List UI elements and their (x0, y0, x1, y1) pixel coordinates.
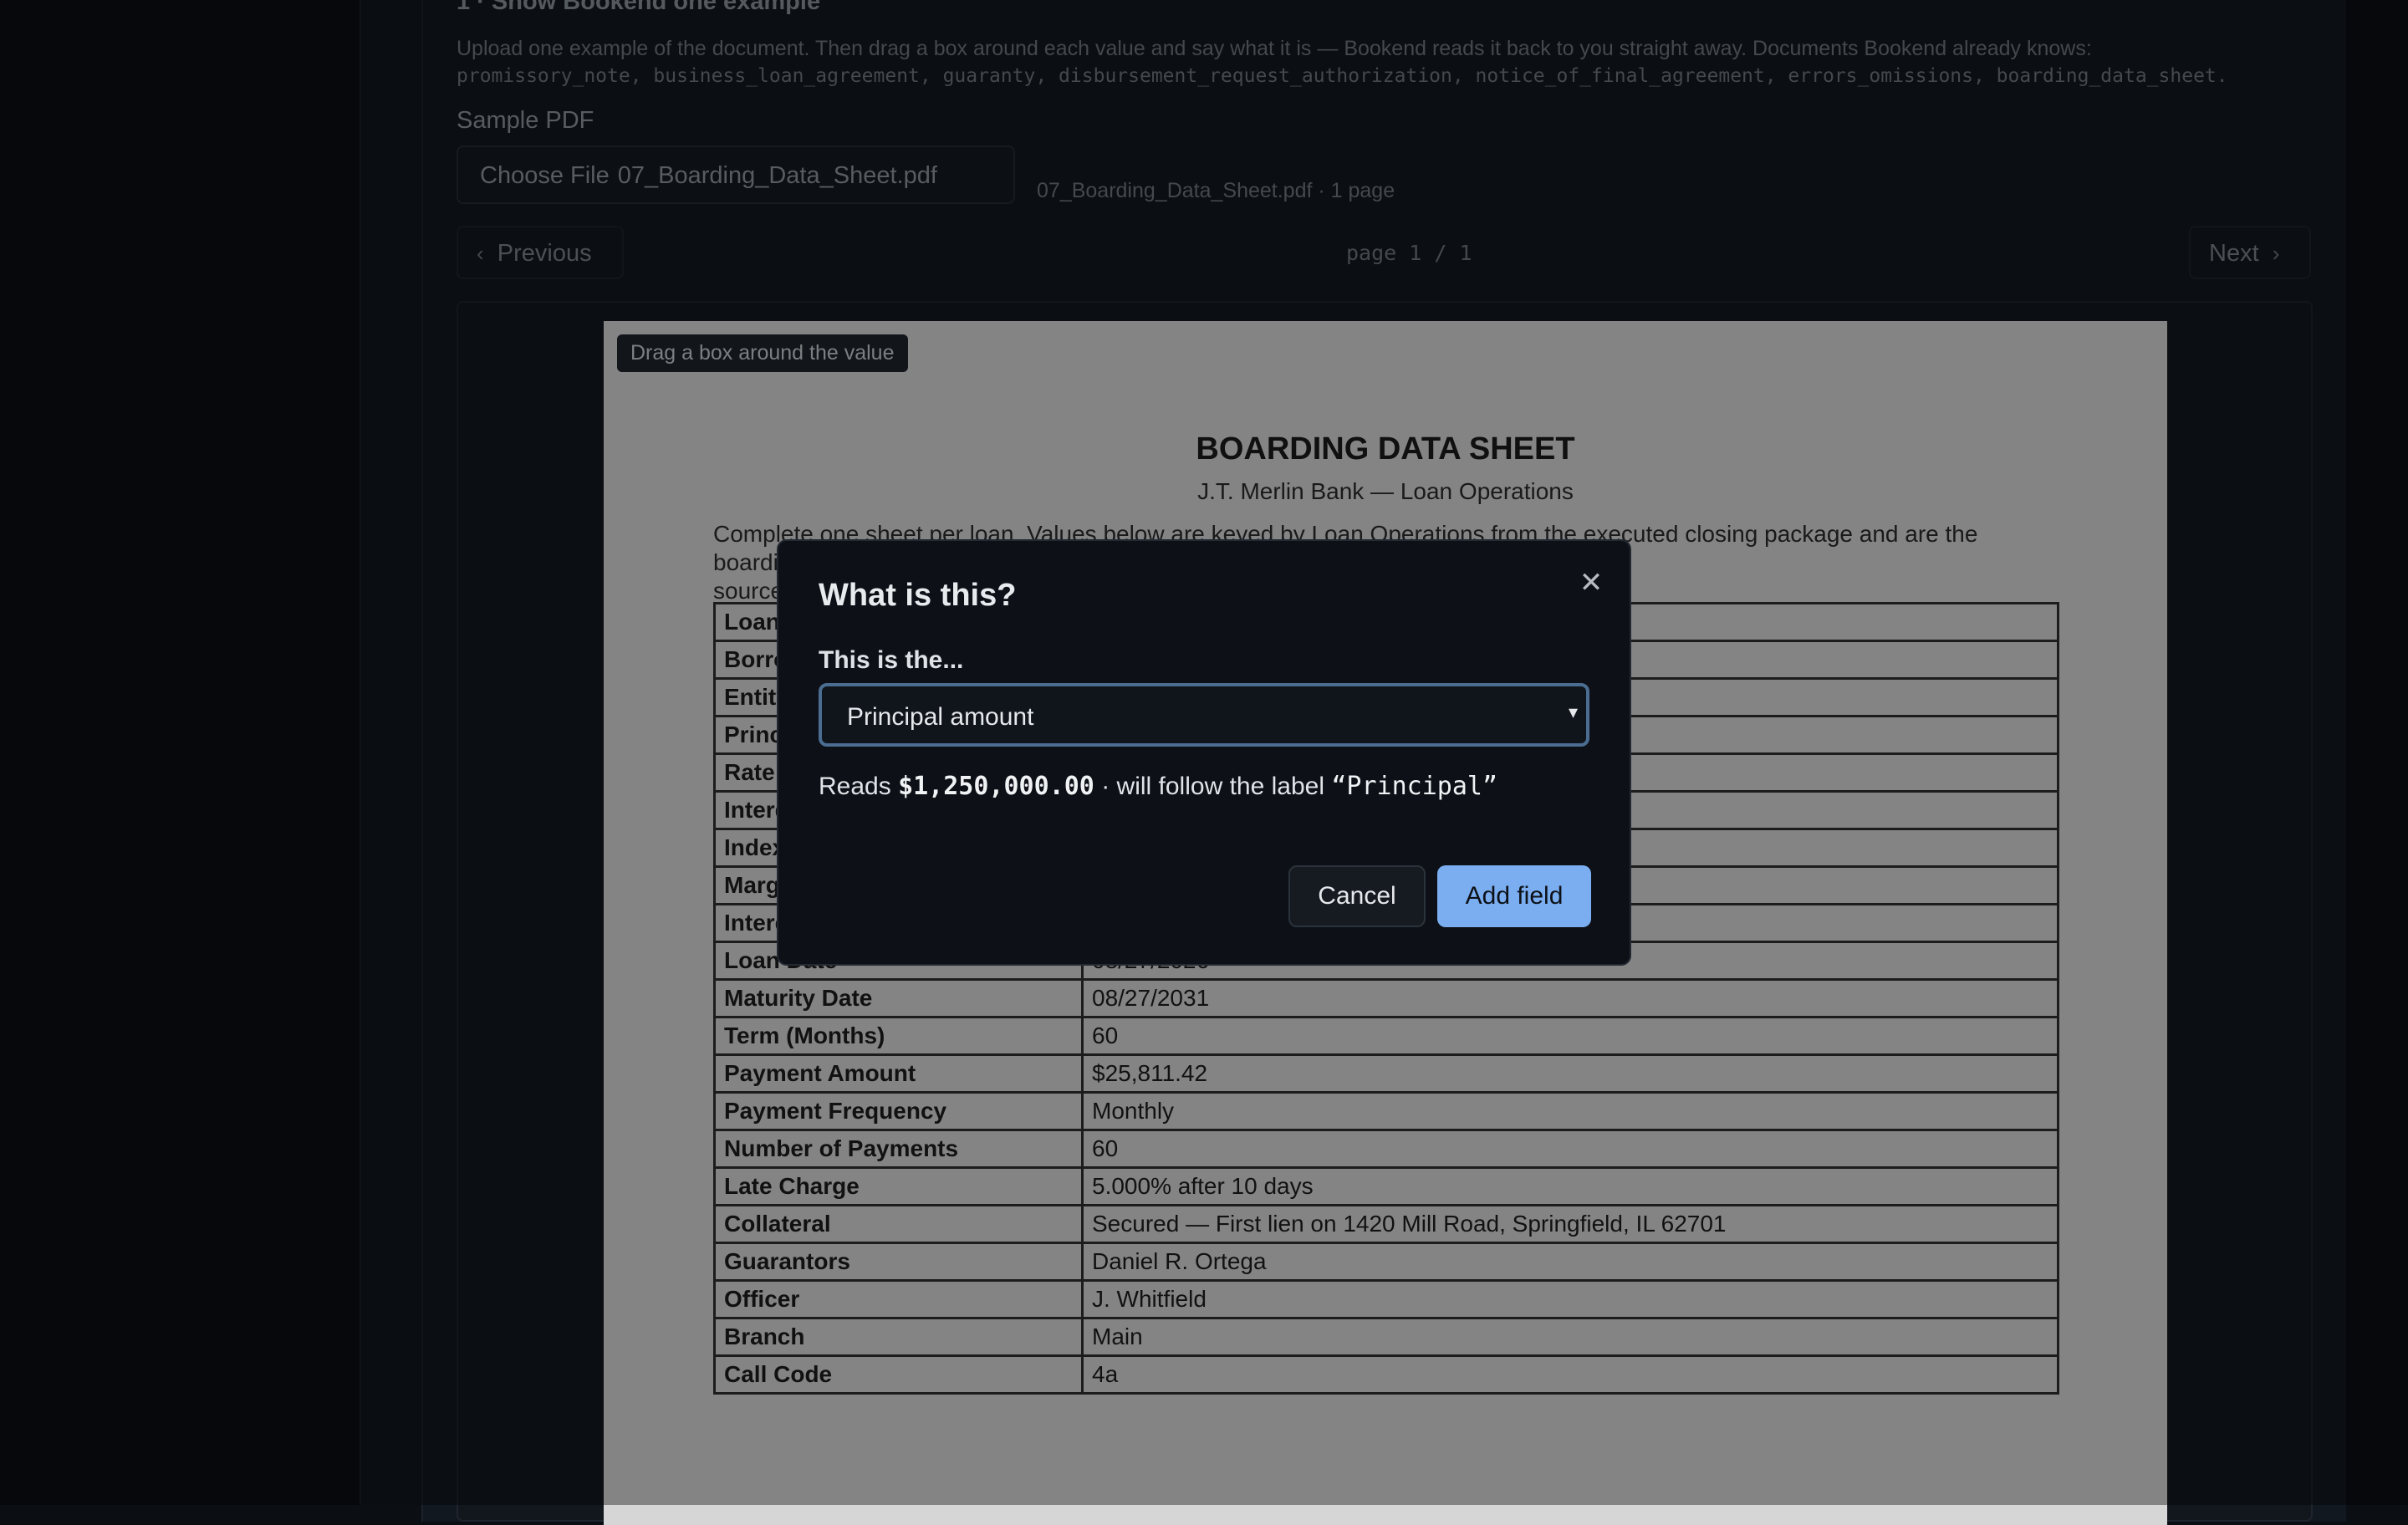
field-type-label: This is the... (819, 646, 964, 674)
add-field-button[interactable]: Add field (1437, 865, 1591, 927)
selected-option: Principal amount (847, 703, 1034, 731)
reads-prefix: Reads (819, 773, 891, 800)
what-is-this-dialog: What is this? ✕ This is the... Principal… (777, 539, 1631, 966)
dialog-title: What is this? (819, 578, 1017, 613)
reads-mid: · will follow the label (1101, 773, 1324, 800)
chevron-down-icon: ▾ (1568, 701, 1578, 722)
reads-value: $1,250,000.00 (898, 772, 1094, 801)
cancel-button[interactable]: Cancel (1288, 865, 1426, 927)
reads-label: “Principal” (1331, 772, 1498, 801)
close-icon[interactable]: ✕ (1574, 566, 1608, 599)
field-type-select[interactable]: Principal amount ▾ (819, 683, 1589, 747)
reads-preview: Reads $1,250,000.00 · will follow the la… (819, 772, 1497, 801)
